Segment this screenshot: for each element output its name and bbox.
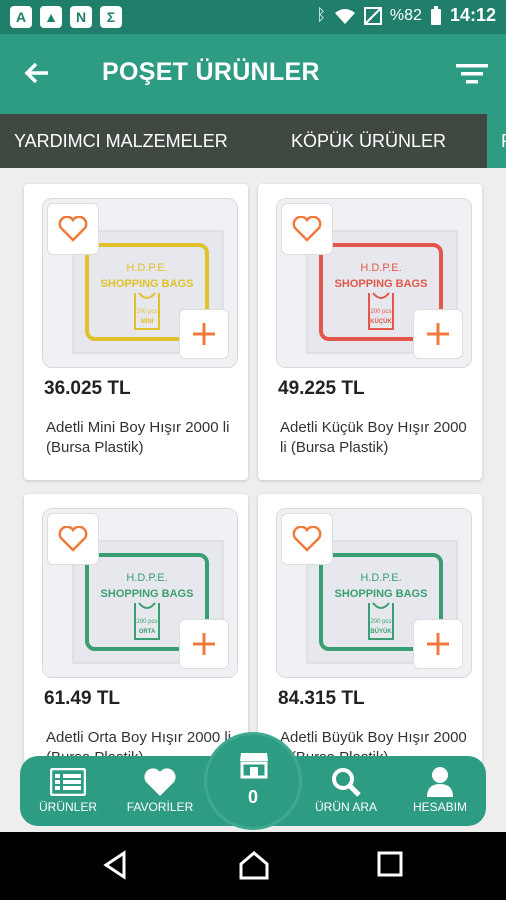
bag-print-count: 200 pcs [370, 619, 391, 625]
add-to-cart-button[interactable] [413, 619, 463, 669]
user-icon [427, 767, 453, 797]
favorite-button[interactable] [47, 203, 99, 255]
bag-print-count: 200 pcs [370, 309, 391, 315]
system-home-icon[interactable] [238, 850, 270, 880]
bag-print-count: 200 pcs [136, 619, 157, 625]
image-notification-icon: ▲ [40, 6, 62, 28]
nav-favorites[interactable]: FAVORİLER [120, 764, 200, 814]
bag-size-label: BÜYÜK [370, 628, 392, 635]
favorite-button[interactable] [47, 513, 99, 565]
clock: 14:12 [449, 5, 496, 25]
back-arrow-icon[interactable] [22, 58, 52, 88]
product-name: Adetli Mini Boy Hışır 2000 li (Bursa Pla… [46, 419, 230, 456]
plus-icon [427, 323, 449, 345]
tab-yardimci-malzemeler[interactable]: YARDIMCI MALZEMELER [14, 114, 228, 168]
bag-size-label: ORTA [139, 629, 156, 635]
bluetooth-icon: ᛒ [316, 6, 326, 24]
bag-print-line2: SHOPPING BAGS [101, 588, 194, 600]
add-to-cart-button[interactable] [413, 309, 463, 359]
search-icon [332, 768, 361, 797]
product-price: 84.315 TL [278, 688, 365, 709]
bag-size-label: KÜÇÜK [370, 318, 392, 325]
nav-account-label: HESABIM [412, 800, 467, 814]
bag-print-line1: H.D.P.E. [126, 572, 167, 584]
heart-icon [144, 768, 176, 796]
nav-favorites-label: FAVORİLER [126, 800, 194, 814]
system-navigation-bar [0, 832, 506, 900]
product-price: 61.49 TL [44, 688, 121, 709]
heart-outline-icon [58, 216, 88, 242]
tab-kopuk-urunler[interactable]: KÖPÜK ÜRÜNLER [291, 114, 446, 168]
nav-search[interactable]: ÜRÜN ARA [306, 764, 386, 814]
battery-icon [430, 5, 441, 25]
nav-products[interactable]: ÜRÜNLER [28, 764, 108, 814]
product-card[interactable]: H.D.P.E. SHOPPING BAGS 200 pcs KÜÇÜK 49.225 … [258, 184, 482, 480]
system-back-icon[interactable] [100, 850, 130, 880]
status-bar: A ▲ N Σ ᛒ %82 14:12 [0, 0, 506, 34]
wifi-icon [334, 8, 355, 24]
tab-poset-urunler[interactable]: P [487, 114, 506, 168]
store-icon [240, 753, 268, 779]
news-notification-icon: N [70, 6, 92, 28]
nav-account[interactable]: HESABIM [400, 764, 480, 814]
bag-print-line1: H.D.P.E. [126, 262, 167, 274]
plus-icon [193, 633, 215, 655]
product-card[interactable]: H.D.P.E. SHOPPING BAGS 200 pcs MİNİ 36.025 T… [24, 184, 248, 480]
no-signal-icon [363, 6, 382, 25]
cart-count: 0 [247, 787, 258, 807]
app-bar: POŞET ÜRÜNLER [0, 34, 506, 114]
nav-products-label: ÜRÜNLER [38, 800, 97, 814]
nav-search-label: ÜRÜN ARA [314, 800, 377, 814]
bag-print-line1: H.D.P.E. [360, 572, 401, 584]
page-title: POŞET ÜRÜNLER [102, 58, 320, 86]
bag-size-label: MİNİ [141, 318, 154, 325]
heart-outline-icon [292, 526, 322, 552]
app-icon-a: A [10, 6, 32, 28]
filter-icon[interactable] [456, 62, 488, 86]
product-price: 49.225 TL [278, 378, 365, 399]
plus-icon [427, 633, 449, 655]
heart-outline-icon [292, 216, 322, 242]
product-price: 36.025 TL [44, 378, 131, 399]
bag-print-line1: H.D.P.E. [360, 262, 401, 274]
plus-icon [193, 323, 215, 345]
cart-button[interactable]: 0 [204, 732, 302, 830]
product-image[interactable]: H.D.P.E. SHOPPING BAGS 200 pcs MİNİ [42, 198, 238, 368]
category-tabs: YARDIMCI MALZEMELER KÖPÜK ÜRÜNLER P [0, 114, 506, 168]
product-image[interactable]: H.D.P.E. SHOPPING BAGS 200 pcs KÜÇÜK [276, 198, 472, 368]
heart-outline-icon [58, 526, 88, 552]
favorite-button[interactable] [281, 513, 333, 565]
add-to-cart-button[interactable] [179, 309, 229, 359]
sigma-notification-icon: Σ [100, 6, 122, 28]
product-card[interactable]: H.D.P.E. SHOPPING BAGS 200 pcs BÜYÜK 84.315 … [258, 494, 482, 790]
add-to-cart-button[interactable] [179, 619, 229, 669]
product-image[interactable]: H.D.P.E. SHOPPING BAGS 200 pcs BÜYÜK [276, 508, 472, 678]
bag-print-line2: SHOPPING BAGS [101, 278, 194, 290]
bag-print-line2: SHOPPING BAGS [335, 278, 428, 290]
product-name: Adetli Küçük Boy Hışır 2000 li (Bursa Pl… [280, 419, 467, 456]
list-icon [50, 768, 86, 796]
battery-percent: %82 [389, 6, 422, 24]
favorite-button[interactable] [281, 203, 333, 255]
system-recents-icon[interactable] [376, 850, 404, 880]
product-image[interactable]: H.D.P.E. SHOPPING BAGS 200 pcs ORTA [42, 508, 238, 678]
bag-print-line2: SHOPPING BAGS [335, 588, 428, 600]
bag-print-count: 200 pcs [136, 309, 157, 315]
product-card[interactable]: H.D.P.E. SHOPPING BAGS 200 pcs ORTA 61.49 TL… [24, 494, 248, 790]
